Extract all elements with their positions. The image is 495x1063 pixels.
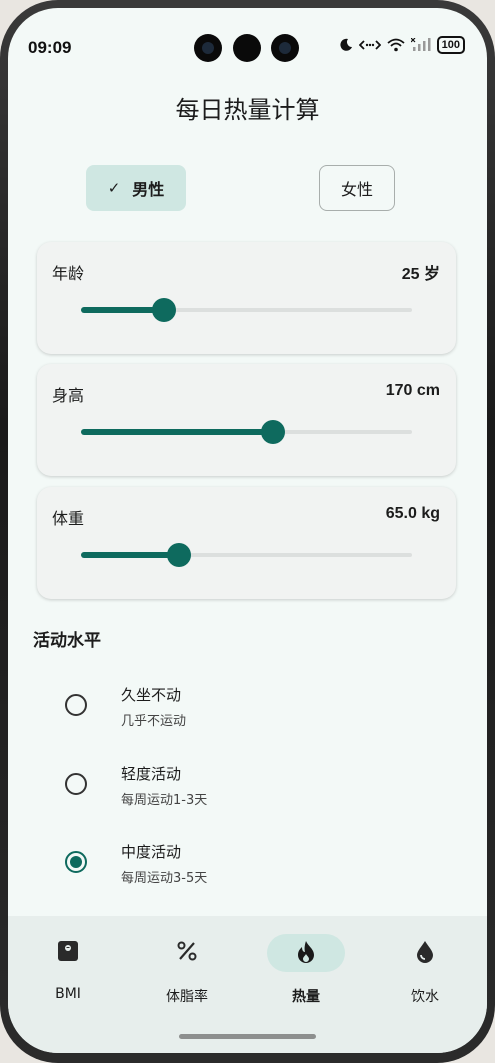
bmi-icon (58, 941, 78, 961)
option-title: 中度活动 (121, 843, 182, 861)
nav-item-body-fat[interactable]: 体脂率 (127, 916, 247, 1016)
camera-lens (233, 34, 261, 62)
flame-icon (298, 941, 314, 963)
female-toggle-button[interactable]: 女性 (319, 165, 395, 211)
nav-label: 饮水 (411, 989, 439, 1005)
wifi-icon (387, 38, 405, 52)
activity-option-sedentary[interactable]: 久坐不动 几乎不运动 (8, 680, 487, 740)
option-subtitle: 几乎不运动 (121, 714, 187, 729)
check-icon: ✓ (107, 179, 121, 197)
male-label: 男性 (132, 180, 165, 199)
radio-button[interactable] (65, 851, 87, 873)
age-slider[interactable] (81, 298, 412, 322)
age-card: 年龄 25 岁 (37, 242, 456, 354)
weight-card: 体重 65.0 kg (37, 487, 456, 599)
activity-option-moderate[interactable]: 中度活动 每周运动3-5天 (8, 837, 487, 897)
bottom-navigation: BMI 体脂率 热量 饮水 (8, 916, 487, 1053)
app-screen: 09:09 100 每日热量计算 ✓ 男性 女性 年龄 25 岁 身高 170 … (8, 8, 487, 1053)
signal-icon (410, 38, 431, 51)
weight-value: 65.0 kg (385, 505, 440, 522)
option-title: 轻度活动 (121, 765, 182, 783)
nav-item-bmi[interactable]: BMI (8, 916, 128, 1016)
option-subtitle: 每周运动1-3天 (121, 793, 208, 808)
status-time: 09:09 (28, 38, 72, 57)
phone-frame: 09:09 100 每日热量计算 ✓ 男性 女性 年龄 25 岁 身高 170 … (0, 0, 495, 1063)
camera-lens (194, 34, 222, 62)
age-label: 年龄 (52, 264, 85, 283)
slider-thumb[interactable] (166, 543, 191, 567)
weight-label: 体重 (52, 509, 85, 528)
option-title: 久坐不动 (121, 686, 182, 704)
height-card: 身高 170 cm (37, 364, 456, 476)
option-subtitle: 每周运动3-5天 (121, 871, 208, 886)
percent-icon (177, 941, 197, 961)
status-bar: 09:09 100 (8, 8, 487, 88)
weight-slider[interactable] (81, 543, 412, 567)
water-drop-icon (417, 941, 433, 963)
page-title: 每日热量计算 (175, 96, 320, 124)
slider-fill (81, 552, 179, 558)
data-transfer-icon (358, 40, 381, 50)
slider-thumb[interactable] (260, 420, 285, 444)
height-value: 170 cm (385, 382, 440, 399)
camera-lens (271, 34, 299, 62)
age-value: 25 岁 (401, 266, 440, 283)
nav-label: 热量 (292, 989, 320, 1005)
status-icons: 100 (339, 36, 465, 54)
nav-item-water[interactable]: 饮水 (365, 916, 485, 1016)
slider-fill (81, 429, 273, 435)
slider-thumb[interactable] (151, 298, 176, 322)
female-label: 女性 (340, 180, 373, 199)
moon-icon (340, 38, 352, 51)
nav-item-calories[interactable]: 热量 (246, 916, 366, 1016)
height-slider[interactable] (81, 420, 412, 444)
nav-label: 体脂率 (166, 989, 208, 1005)
height-label: 身高 (52, 386, 85, 405)
activity-option-light[interactable]: 轻度活动 每周运动1-3天 (8, 759, 487, 819)
radio-button[interactable] (65, 694, 87, 716)
radio-button[interactable] (65, 773, 87, 795)
male-toggle-button[interactable]: ✓ 男性 (86, 165, 186, 211)
battery-indicator: 100 (436, 36, 465, 54)
home-indicator[interactable] (179, 1034, 316, 1039)
activity-section-title: 活动水平 (33, 631, 101, 651)
nav-label: BMI (55, 986, 81, 1002)
